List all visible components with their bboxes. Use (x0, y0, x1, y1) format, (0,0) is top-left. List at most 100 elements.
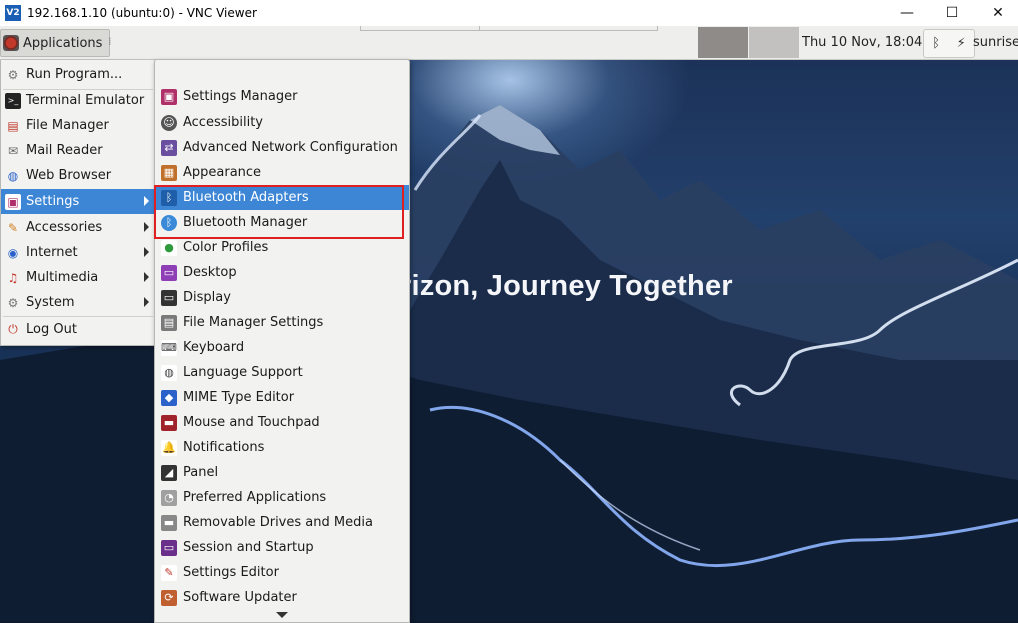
color-profiles-icon: ● (161, 239, 177, 256)
multimedia-icon: ♫ (7, 270, 19, 285)
submenu-item-settings-editor[interactable]: ✎ Settings Editor (155, 560, 409, 585)
applications-icon (3, 35, 19, 51)
menu-item-mail-reader[interactable]: ✉ Mail Reader (1, 138, 155, 163)
updater-icon: ⟳ (161, 589, 177, 606)
submenu-item-label: Color Profiles (183, 240, 269, 255)
clock[interactable]: Thu 10 Nov, 18:04 (802, 35, 922, 50)
submenu-item-label: Panel (183, 465, 219, 480)
menu-item-label: File Manager (26, 118, 109, 133)
submenu-item-label: Bluetooth Manager (183, 215, 308, 230)
submenu-item-desktop[interactable]: ▭ Desktop (155, 260, 409, 285)
terminal-icon: >_ (5, 92, 21, 109)
session-icon: ▭ (161, 539, 177, 556)
submenu-item-label: Notifications (183, 440, 265, 455)
system-icon: ⚙ (7, 295, 19, 310)
submenu-item-color-profiles[interactable]: ● Color Profiles (155, 235, 409, 260)
submenu-item-notifications[interactable]: 🔔 Notifications (155, 435, 409, 460)
menu-item-settings[interactable]: ▣ Settings (1, 189, 155, 214)
menu-item-label: Mail Reader (26, 143, 103, 158)
submenu-arrow-icon (144, 272, 149, 282)
folder-icon: ▤ (7, 118, 19, 133)
menu-item-file-manager[interactable]: ▤ File Manager (1, 113, 155, 138)
accessibility-icon: ☺ (161, 114, 177, 131)
submenu-item-preferred-applications[interactable]: ◔ Preferred Applications (155, 485, 409, 510)
minimize-button[interactable]: — (884, 0, 930, 26)
menu-item-multimedia[interactable]: ♫ Multimedia (1, 265, 155, 290)
globe-icon: ◍ (7, 168, 19, 183)
submenu-item-label: Desktop (183, 265, 237, 280)
mouse-icon: ▬ (161, 414, 177, 431)
internet-icon: ◉ (7, 245, 19, 260)
mail-icon: ✉ (7, 143, 19, 158)
wallpaper-slogan: rizon, Journey Together (400, 270, 733, 302)
submenu-item-settings-manager[interactable]: ▣ Settings Manager (155, 84, 409, 109)
accessories-icon: ✎ (7, 220, 19, 235)
menu-item-log-out[interactable]: ⏻ Log Out (1, 317, 155, 342)
network-icon: ⇄ (161, 139, 177, 156)
submenu-item-advanced-network[interactable]: ⇄ Advanced Network Configuration (155, 135, 409, 160)
submenu-item-label: Accessibility (183, 115, 263, 130)
menu-item-terminal-emulator[interactable]: >_ Terminal Emulator (1, 88, 155, 113)
workspace-2[interactable] (749, 27, 799, 58)
submenu-item-session-startup[interactable]: ▭ Session and Startup (155, 535, 409, 560)
settings-submenu: ▣ Settings Manager ☺ Accessibility ⇄ Adv… (154, 59, 410, 623)
submenu-item-label: Appearance (183, 165, 262, 180)
submenu-item-bluetooth-adapters[interactable]: ᛒ Bluetooth Adapters (155, 185, 409, 210)
submenu-item-software-updater[interactable]: ⟳ Software Updater (155, 585, 409, 610)
menu-item-internet[interactable]: ◉ Internet (1, 240, 155, 265)
submenu-item-appearance[interactable]: ▦ Appearance (155, 160, 409, 185)
menu-item-label: Web Browser (26, 168, 112, 183)
submenu-item-mouse-touchpad[interactable]: ▬ Mouse and Touchpad (155, 410, 409, 435)
submenu-item-label: Removable Drives and Media (183, 515, 373, 530)
submenu-item-bluetooth-manager[interactable]: ᛒ Bluetooth Manager (155, 210, 409, 235)
submenu-item-label: File Manager Settings (183, 315, 324, 330)
submenu-item-mime-type-editor[interactable]: ◆ MIME Type Editor (155, 385, 409, 410)
bluetooth-tray-icon[interactable]: ᛒ (932, 36, 940, 51)
submenu-item-file-manager-settings[interactable]: ▤ File Manager Settings (155, 310, 409, 335)
menu-item-label: Accessories (26, 220, 103, 235)
menu-item-label: System (26, 295, 75, 310)
settings-editor-icon: ✎ (161, 564, 177, 581)
submenu-item-removable-drives[interactable]: ▬ Removable Drives and Media (155, 510, 409, 535)
network-tray-icon[interactable]: ⚡ (957, 36, 966, 51)
submenu-item-display[interactable]: ▭ Display (155, 285, 409, 310)
submenu-item-panel[interactable]: ◢ Panel (155, 460, 409, 485)
panel-handle[interactable]: ⁞ (108, 35, 112, 48)
submenu-arrow-icon (144, 297, 149, 307)
menu-item-system[interactable]: ⚙ System (1, 290, 155, 315)
system-tray: ᛒ ⚡ (923, 29, 975, 58)
bluetooth-adapter-icon: ᛒ (161, 189, 177, 206)
bluetooth-manager-icon: ᛒ (161, 214, 177, 231)
submenu-item-label: Software Updater (183, 590, 297, 605)
applications-menu-button[interactable]: Applications (0, 29, 110, 57)
appearance-icon: ▦ (161, 164, 177, 181)
submenu-item-label: Mouse and Touchpad (183, 415, 320, 430)
bell-icon: 🔔 (161, 439, 177, 456)
menu-item-label: Settings (26, 194, 80, 209)
menu-item-run-program[interactable]: ⚙ Run Program... (1, 62, 155, 87)
submenu-item-keyboard[interactable]: ⌨ Keyboard (155, 335, 409, 360)
preferred-apps-icon: ◔ (161, 489, 177, 506)
window-buttons-area[interactable] (360, 26, 658, 31)
logout-icon: ⏻ (8, 322, 18, 336)
file-manager-settings-icon: ▤ (161, 314, 177, 331)
user-menu[interactable]: sunrise (973, 35, 1018, 50)
close-button[interactable]: ✕ (975, 0, 1018, 26)
drive-icon: ▬ (161, 514, 177, 531)
maximize-button[interactable]: ☐ (929, 0, 975, 26)
submenu-item-label: Advanced Network Configuration (183, 140, 398, 155)
workspace-1[interactable] (698, 27, 748, 58)
submenu-arrow-icon (144, 196, 149, 206)
submenu-item-label: Bluetooth Adapters (183, 190, 309, 205)
panel-icon: ◢ (161, 464, 177, 481)
menu-item-accessories[interactable]: ✎ Accessories (1, 215, 155, 240)
display-icon: ▭ (161, 289, 177, 306)
keyboard-icon: ⌨ (161, 339, 177, 356)
window-title: 192.168.1.10 (ubuntu:0) - VNC Viewer (27, 6, 257, 20)
submenu-scroll-down[interactable] (155, 608, 409, 622)
submenu-item-language-support[interactable]: ◍ Language Support (155, 360, 409, 385)
menu-item-web-browser[interactable]: ◍ Web Browser (1, 163, 155, 188)
submenu-item-label: MIME Type Editor (183, 390, 295, 405)
submenu-item-label: Display (183, 290, 231, 305)
submenu-item-accessibility[interactable]: ☺ Accessibility (155, 110, 409, 135)
